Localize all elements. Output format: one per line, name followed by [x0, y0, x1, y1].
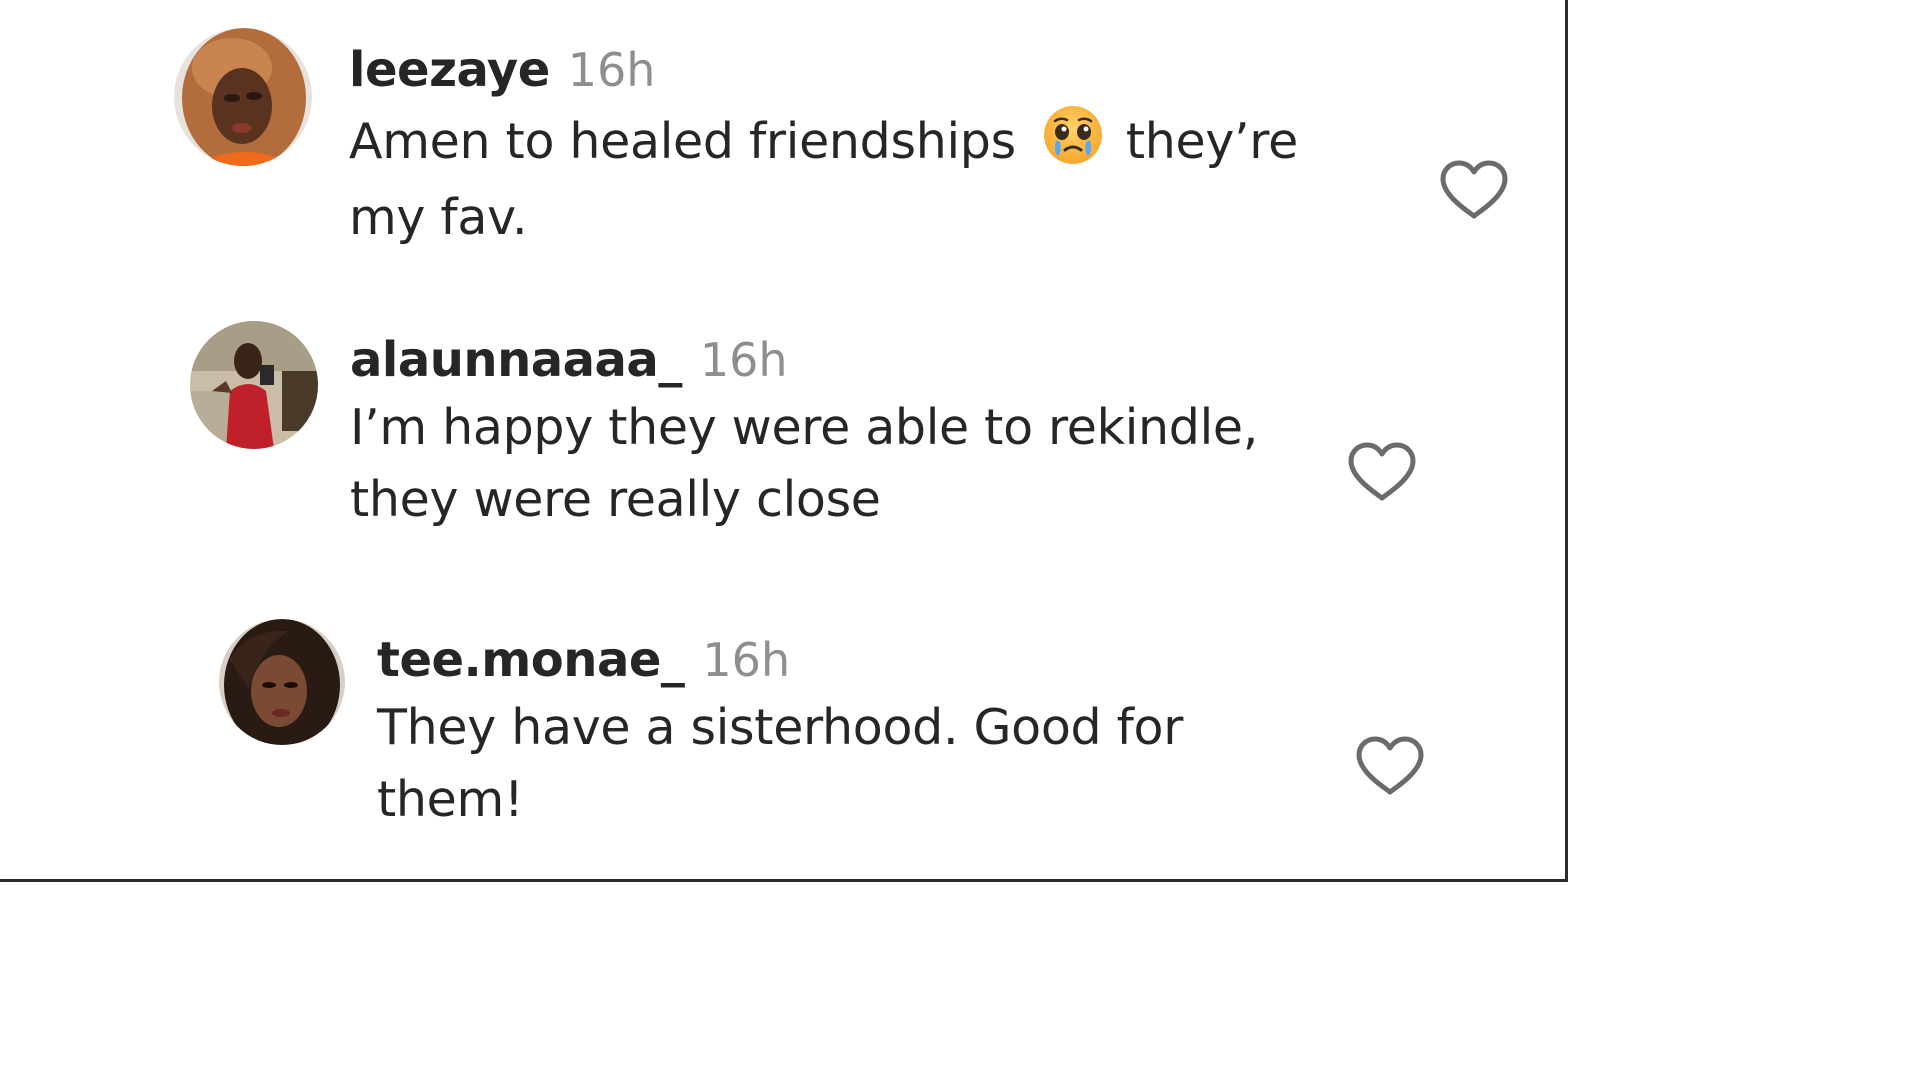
heart-outline-icon[interactable]: [1347, 442, 1417, 504]
username-link[interactable]: tee.monae_: [377, 632, 685, 688]
avatar[interactable]: [190, 321, 318, 449]
comment-body: tee.monae_ 16h They have a sisterhood. Go…: [377, 636, 1357, 836]
comment-body: alaunnaaaa_ 16h I’m happy they were able …: [350, 336, 1350, 536]
username-link[interactable]: leezaye: [349, 42, 550, 98]
timestamp[interactable]: 16h: [568, 43, 656, 97]
comment-header: leezaye 16h: [349, 46, 1429, 94]
comment-header: tee.monae_ 16h: [377, 636, 1357, 684]
comment-text-segment: Amen to healed friendships: [349, 113, 1016, 170]
comment-text-segment: they’re: [1125, 113, 1298, 170]
comment-text: They have a sisterhood. Good for them!: [377, 692, 1357, 836]
heart-outline-icon[interactable]: [1355, 736, 1425, 798]
comment-body: leezaye 16h Amen to healed friendships t…: [349, 46, 1429, 256]
timestamp[interactable]: 16h: [700, 333, 788, 387]
comment-text-segment: them!: [377, 771, 524, 828]
comment-item: tee.monae_ 16h They have a sisterhood. Go…: [0, 590, 1568, 880]
avatar[interactable]: [174, 28, 312, 166]
comment-text-segment: I’m happy they were able to rekindle,: [350, 399, 1259, 456]
comment-item: alaunnaaaa_ 16h I’m happy they were able …: [0, 290, 1568, 590]
comment-text-segment: They have a sisterhood. Good for: [377, 699, 1184, 756]
comment-item: leezaye 16h Amen to healed friendships t…: [0, 0, 1568, 290]
comment-text-segment: they were really close: [350, 471, 881, 528]
avatar[interactable]: [219, 619, 345, 745]
username-link[interactable]: alaunnaaaa_: [350, 332, 682, 388]
comment-text-segment: my fav.: [349, 189, 528, 246]
heart-outline-icon[interactable]: [1439, 160, 1509, 222]
comment-text: I’m happy they were able to rekindle, th…: [350, 392, 1350, 536]
timestamp[interactable]: 16h: [702, 633, 790, 687]
comment-text: Amen to healed friendships they’re my fa…: [349, 104, 1429, 256]
comment-header: alaunnaaaa_ 16h: [350, 336, 1350, 384]
crying-face-emoji-icon: [1042, 104, 1104, 166]
